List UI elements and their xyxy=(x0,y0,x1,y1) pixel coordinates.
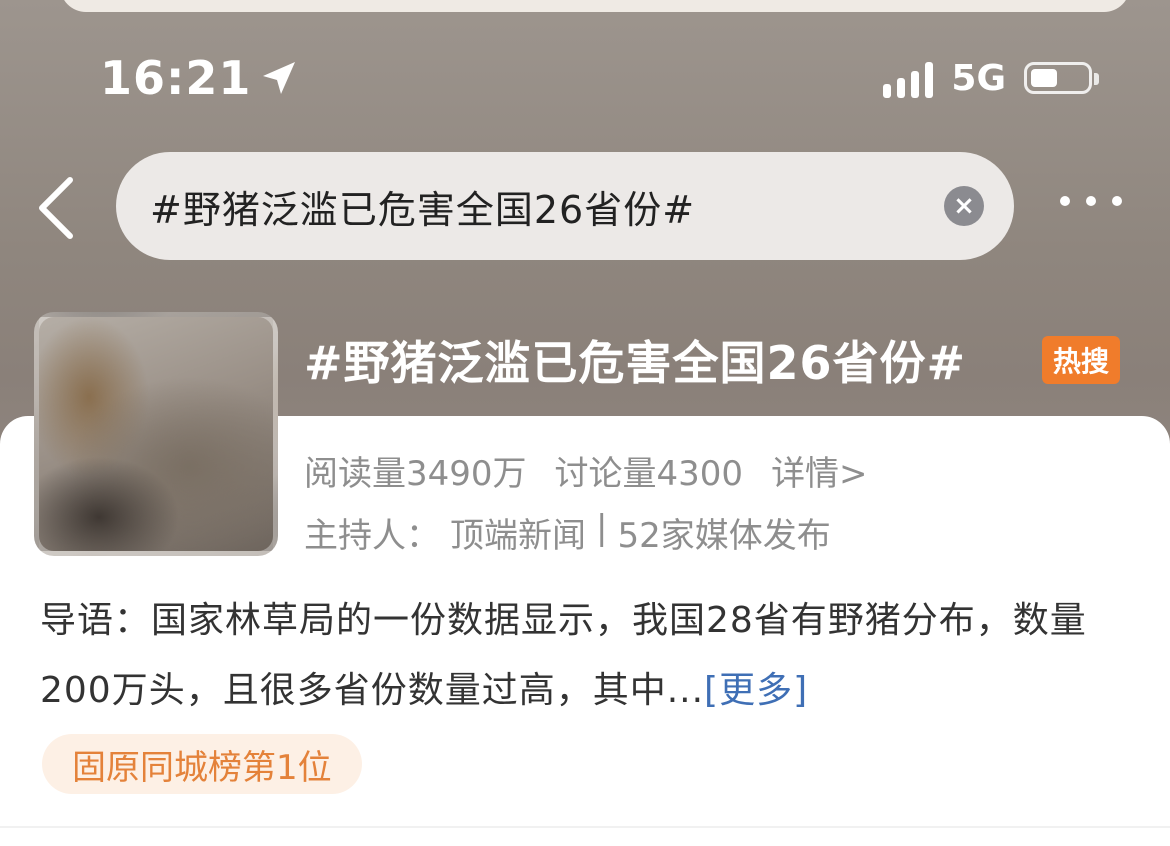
search-input[interactable]: #野猪泛滥已危害全国26省份# × xyxy=(116,152,1014,260)
battery-icon xyxy=(1024,62,1099,94)
back-button[interactable] xyxy=(34,176,84,240)
status-time: 16:21 xyxy=(100,50,299,106)
topic-title: #野猪泛滥已危害全国26省份# xyxy=(304,336,967,390)
discussion-count: 讨论量4300 xyxy=(554,454,744,494)
intro-text: 导语：国家林草局的一份数据显示，我国28省有野猪分布，数量200万头，且很多省份… xyxy=(40,600,1087,711)
hot-badge: 热搜 xyxy=(1042,336,1120,384)
time-text: 16:21 xyxy=(100,51,252,105)
search-query: #野猪泛滥已危害全国26省份# xyxy=(150,187,696,232)
top-pill xyxy=(60,0,1130,12)
location-arrow-icon xyxy=(263,62,296,94)
host-name[interactable]: 顶端新闻 xyxy=(450,508,586,557)
host-separator: | xyxy=(596,508,608,548)
host-label: 主持人： xyxy=(304,516,440,556)
media-count[interactable]: 52家媒体发布 xyxy=(617,508,830,557)
more-link[interactable]: [更多] xyxy=(704,670,808,711)
status-indicators: 5G xyxy=(883,56,1099,100)
signal-icon xyxy=(883,58,934,98)
details-link[interactable]: 详情> xyxy=(771,446,868,495)
network-type: 5G xyxy=(951,57,1006,99)
read-count: 阅读量3490万 xyxy=(304,454,527,494)
divider xyxy=(0,826,1170,828)
topic-thumbnail[interactable] xyxy=(34,312,278,556)
topic-host: 主持人： 顶端新闻 | 52家媒体发布 xyxy=(304,508,831,557)
chevron-left-icon xyxy=(39,177,73,239)
topic-intro: 导语：国家林草局的一份数据显示，我国28省有野猪分布，数量200万头，且很多省份… xyxy=(40,586,1120,726)
clear-icon[interactable]: × xyxy=(944,186,984,226)
topic-stats: 阅读量3490万 讨论量4300 详情> xyxy=(304,446,868,495)
more-dots-icon[interactable] xyxy=(1060,196,1122,206)
rank-chip[interactable]: 固原同城榜第1位 xyxy=(42,734,362,794)
